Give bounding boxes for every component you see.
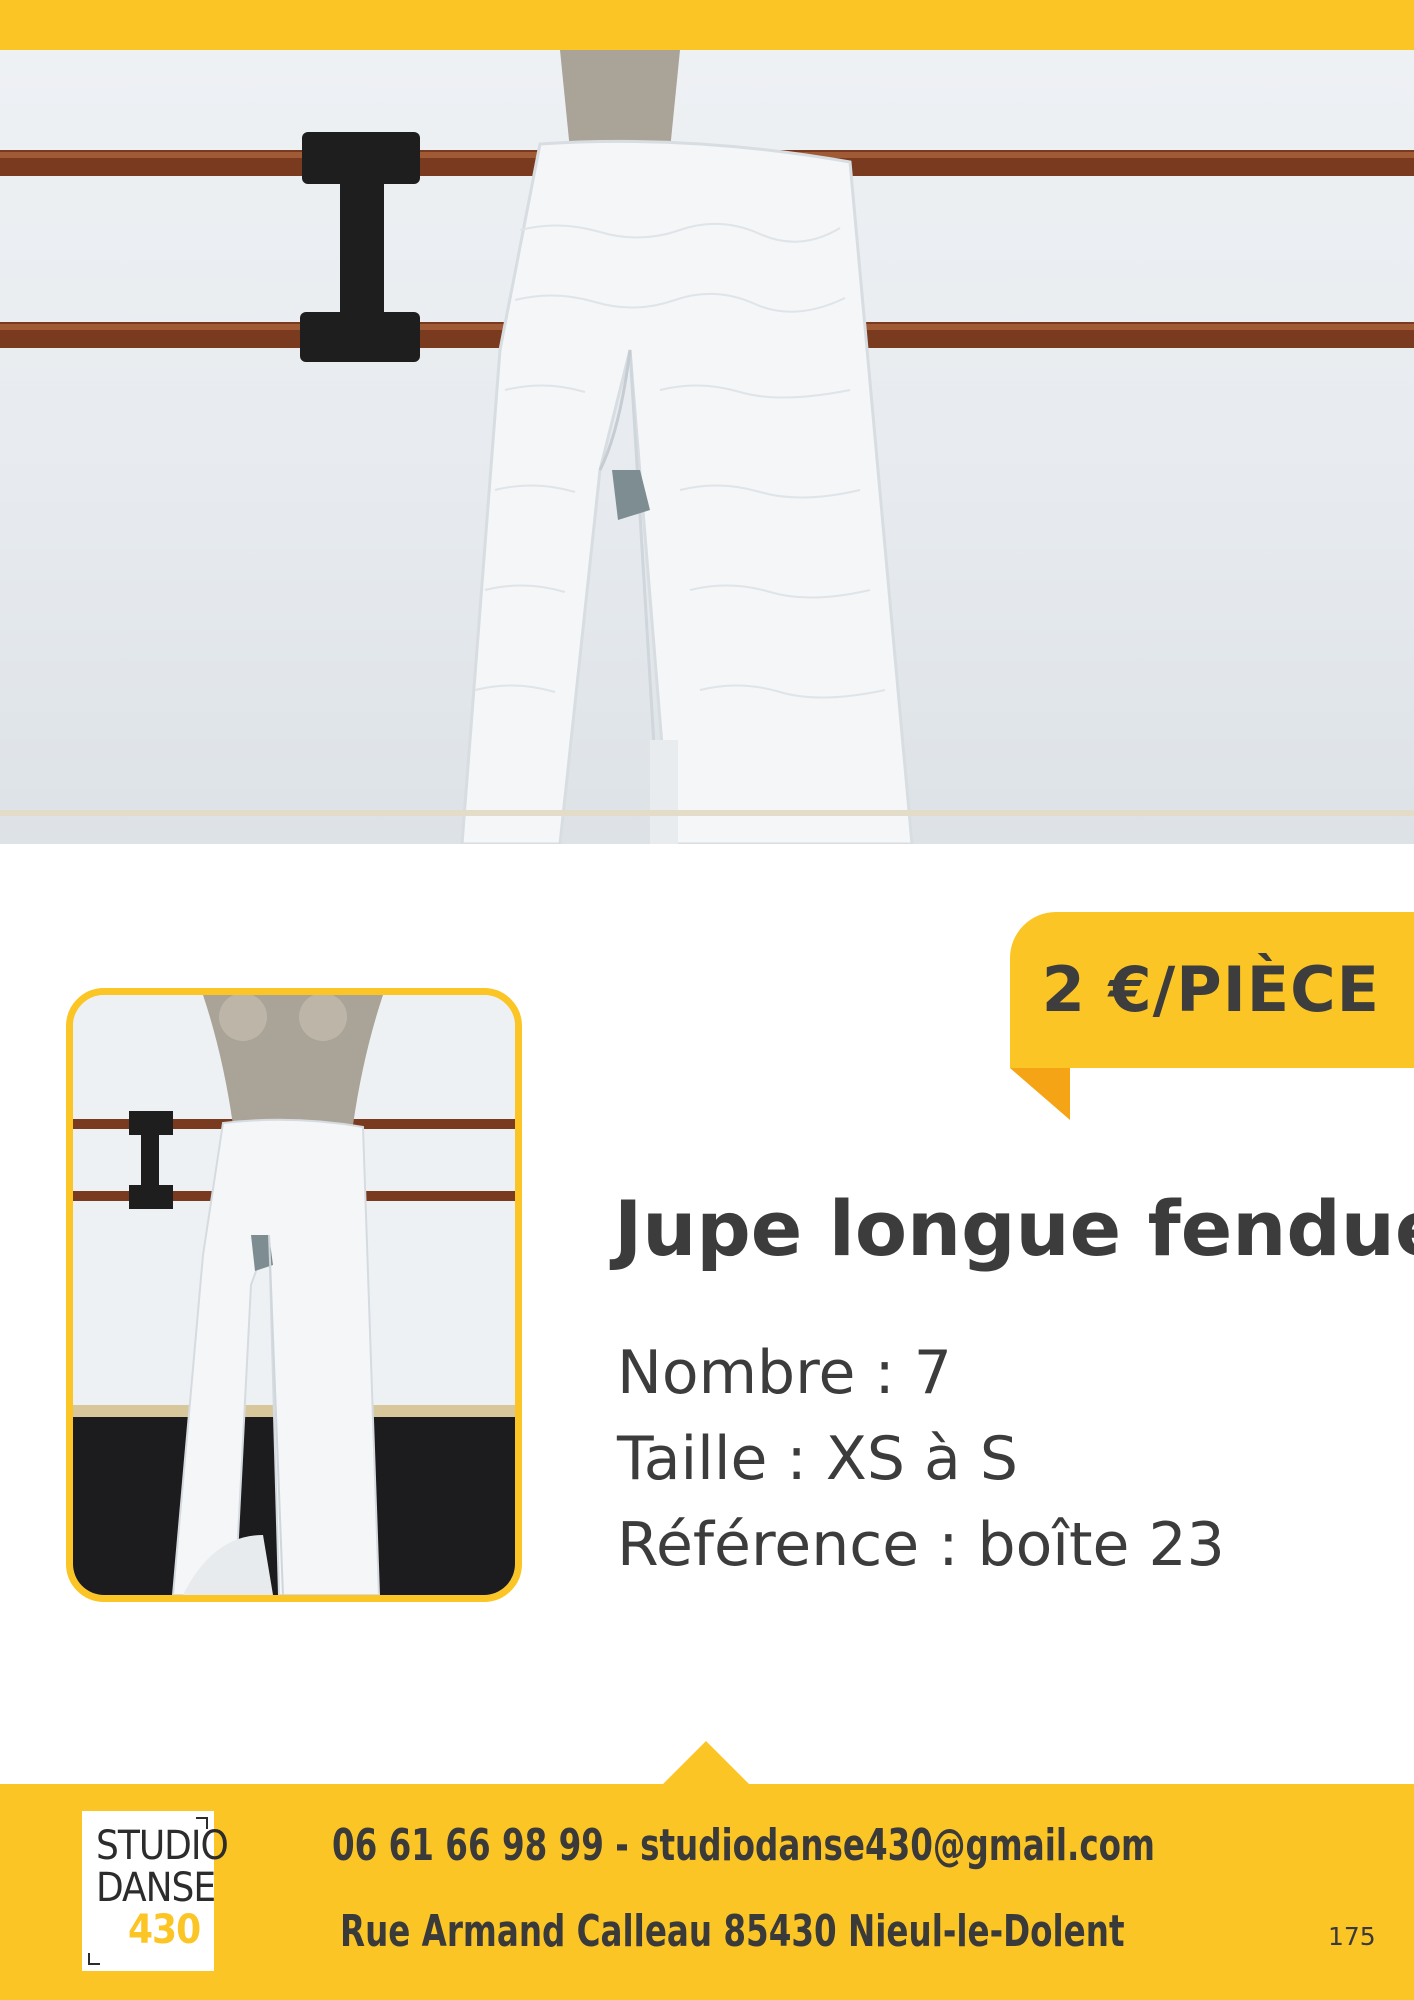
price-label: 2 €/PIÈCE [1041, 953, 1380, 1026]
price-tag-fold [1010, 1068, 1070, 1120]
logo-text-studio: STUDIO [96, 1823, 229, 1869]
logo-text-danse: DANSE [96, 1865, 216, 1911]
detail-reference: Référence : boîte 23 [617, 1510, 1225, 1580]
barre-bracket [302, 132, 420, 184]
product-thumbnail [66, 988, 522, 1602]
mannequin-torso [560, 50, 680, 150]
product-title: Jupe longue fendue [614, 1184, 1414, 1273]
hero-photo-illustration [0, 50, 1414, 844]
logo-text-number: 430 [128, 1907, 201, 1953]
address: Rue Armand Calleau 85430 Nieul-le-Dolent [340, 1906, 1125, 1957]
logo-corner-mark [88, 1953, 100, 1965]
page-number: 175 [1328, 1922, 1376, 1951]
detail-quantity: Nombre : 7 [617, 1338, 952, 1408]
footer-notch [662, 1741, 750, 1785]
hero-product-photo [0, 50, 1414, 844]
thumbnail-illustration [73, 995, 515, 1595]
top-accent-bar [0, 0, 1414, 50]
contact-info: 06 61 66 98 99 - studiodanse430@gmail.co… [332, 1820, 1155, 1871]
detail-size: Taille : XS à S [617, 1424, 1018, 1494]
studio-logo: STUDIO DANSE 430 [82, 1811, 229, 1971]
